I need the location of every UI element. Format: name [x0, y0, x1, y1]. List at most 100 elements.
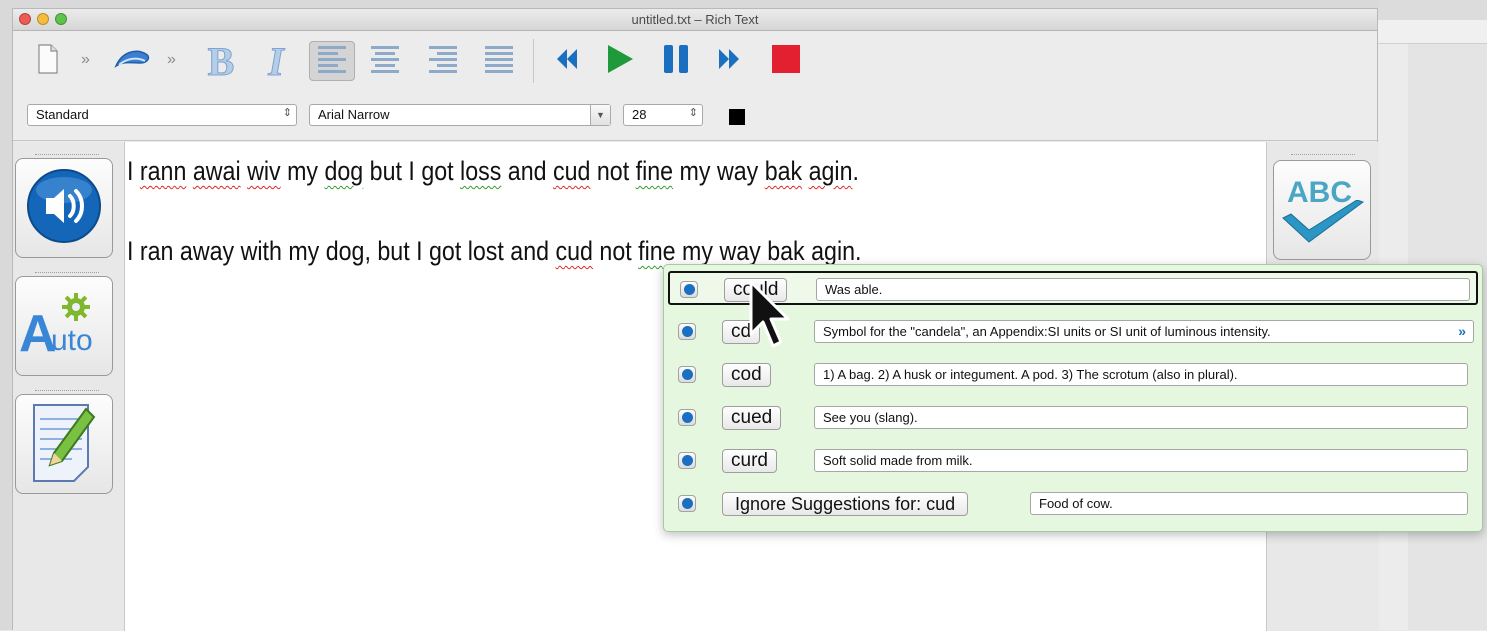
toolbar-separator	[533, 39, 534, 83]
rewind-icon	[553, 46, 579, 77]
panel-grip	[35, 154, 99, 156]
suggestion-row[interactable]: cod 1) A bag. 2) A husk or integument. A…	[668, 358, 1478, 392]
align-justify-button[interactable]	[479, 43, 519, 79]
font-size-value: 28	[632, 107, 647, 122]
speaker-icon	[681, 498, 693, 509]
panel-grip-2	[35, 272, 99, 274]
misspelled-word[interactable]: cud	[556, 236, 593, 266]
misspelled-word[interactable]: wiv	[247, 156, 281, 186]
speaker-icon	[681, 369, 693, 380]
play-icon	[605, 43, 635, 80]
suggestion-word-button[interactable]: curd	[722, 449, 777, 473]
grammar-word[interactable]: fine	[638, 236, 675, 266]
auto-correct-icon: A uto	[19, 286, 109, 366]
bold-button[interactable]: B	[201, 38, 241, 84]
suggestion-definition: Symbol for the "candela", an Appendix:SI…	[814, 320, 1474, 343]
auto-correct-button[interactable]: A uto	[15, 276, 113, 376]
speak-button[interactable]	[15, 158, 113, 258]
fast-forward-button[interactable]	[713, 43, 747, 79]
select-arrows-icon: ⇕	[282, 107, 292, 119]
spellcheck-button[interactable]: ABC	[1273, 160, 1371, 260]
suggestion-definition: Soft solid made from milk.	[814, 449, 1468, 472]
stop-button[interactable]	[769, 43, 803, 79]
grammar-word[interactable]: fine	[636, 156, 673, 186]
speak-suggestion-button[interactable]	[678, 409, 696, 426]
suggestion-row[interactable]: cued See you (slang).	[668, 401, 1478, 435]
background-window-toolbar	[1378, 20, 1487, 44]
align-right-button[interactable]	[423, 43, 463, 79]
stop-icon	[771, 44, 801, 79]
toolbar: » » B I	[13, 31, 1377, 91]
misspelled-word[interactable]: rann	[140, 156, 186, 186]
suggestion-word-button[interactable]: cued	[722, 406, 782, 430]
align-left-button[interactable]	[309, 41, 355, 81]
misspelled-word[interactable]: agin	[809, 156, 853, 186]
style-tool-button[interactable]	[111, 43, 159, 79]
suggestion-definition: Was able.	[816, 278, 1470, 301]
paragraph-style-select[interactable]: Standard ⇕	[27, 104, 297, 126]
speaker-icon	[681, 326, 693, 337]
align-right-icon	[427, 44, 459, 79]
align-center-button[interactable]	[365, 43, 405, 79]
suggestion-definition: See you (slang).	[814, 406, 1468, 429]
pen-stroke-icon	[113, 46, 157, 77]
speak-suggestion-button[interactable]	[678, 366, 696, 383]
speak-suggestion-button[interactable]	[680, 281, 698, 298]
notepad-pencil-icon	[28, 399, 100, 490]
document-icon	[37, 43, 59, 79]
speak-suggestion-button[interactable]	[678, 452, 696, 469]
format-bar: Standard ⇕ Arial Narrow ▼ 28 ⇕	[13, 91, 1377, 141]
auto-label-uto: uto	[51, 324, 93, 357]
panel-grip-3	[35, 390, 99, 392]
paragraph-style-value: Standard	[36, 107, 89, 122]
ignore-row[interactable]: Ignore Suggestions for: cud Food of cow.	[668, 487, 1478, 521]
font-family-value: Arial Narrow	[318, 107, 390, 122]
notes-button[interactable]	[15, 394, 113, 494]
speaker-icon	[681, 455, 693, 466]
abc-checkmark-icon: ABC	[1277, 170, 1367, 250]
play-button[interactable]	[603, 43, 637, 79]
left-tool-panel: A uto	[13, 142, 125, 631]
pause-button[interactable]	[659, 43, 693, 79]
window-title: untitled.txt – Rich Text	[631, 12, 759, 27]
suggestion-word-button[interactable]: cod	[722, 363, 771, 387]
speak-suggestion-button[interactable]	[678, 323, 696, 340]
speaker-icon	[683, 284, 695, 295]
suggestion-row[interactable]: curd Soft solid made from milk.	[668, 444, 1478, 478]
editor-line-2: I ran away with my dog, but I got lost a…	[127, 236, 862, 266]
grammar-word[interactable]: loss	[460, 156, 501, 186]
fast-forward-icon	[717, 46, 743, 77]
speak-ignore-button[interactable]	[678, 495, 696, 512]
misspelled-word[interactable]: awai	[193, 156, 241, 186]
misspelled-word[interactable]: bak	[767, 236, 804, 266]
align-center-icon	[369, 44, 401, 79]
rewind-button[interactable]	[549, 43, 583, 79]
expand-chevron-icon[interactable]: »	[1458, 323, 1466, 339]
chevron-down-icon[interactable]: ▼	[590, 105, 610, 125]
new-document-button[interactable]	[33, 43, 63, 79]
ignore-definition: Food of cow.	[1030, 492, 1468, 515]
speaker-icon	[24, 166, 104, 251]
pause-icon	[662, 44, 690, 79]
font-size-select[interactable]: 28 ⇕	[623, 104, 703, 126]
mouse-pointer-icon	[748, 279, 792, 353]
title-bar[interactable]: untitled.txt – Rich Text	[13, 9, 1377, 31]
italic-button[interactable]: I	[261, 38, 291, 84]
toolbar-overflow-chevron-icon-2[interactable]: »	[167, 51, 176, 69]
text-color-swatch[interactable]	[729, 109, 745, 125]
background-window-titlebar	[1378, 0, 1487, 20]
panel-grip-4	[1291, 154, 1355, 156]
align-left-icon	[316, 44, 348, 79]
select-arrows-icon-2: ⇕	[688, 107, 698, 119]
misspelled-word[interactable]: agin	[811, 236, 855, 266]
suggestion-definition: 1) A bag. 2) A husk or integument. A pod…	[814, 363, 1468, 386]
toolbar-overflow-chevron-icon[interactable]: »	[81, 51, 90, 69]
misspelled-word[interactable]: cud	[553, 156, 590, 186]
misspelled-word[interactable]: bak	[765, 156, 802, 186]
align-justify-icon	[483, 44, 515, 79]
ignore-suggestions-button[interactable]: Ignore Suggestions for: cud	[722, 492, 969, 516]
font-family-combo[interactable]: Arial Narrow ▼	[309, 104, 611, 126]
editor-line-1: I rann awai wiv my dog but I got loss an…	[127, 156, 859, 186]
grammar-word[interactable]: dog	[324, 156, 363, 186]
speaker-icon	[681, 412, 693, 423]
